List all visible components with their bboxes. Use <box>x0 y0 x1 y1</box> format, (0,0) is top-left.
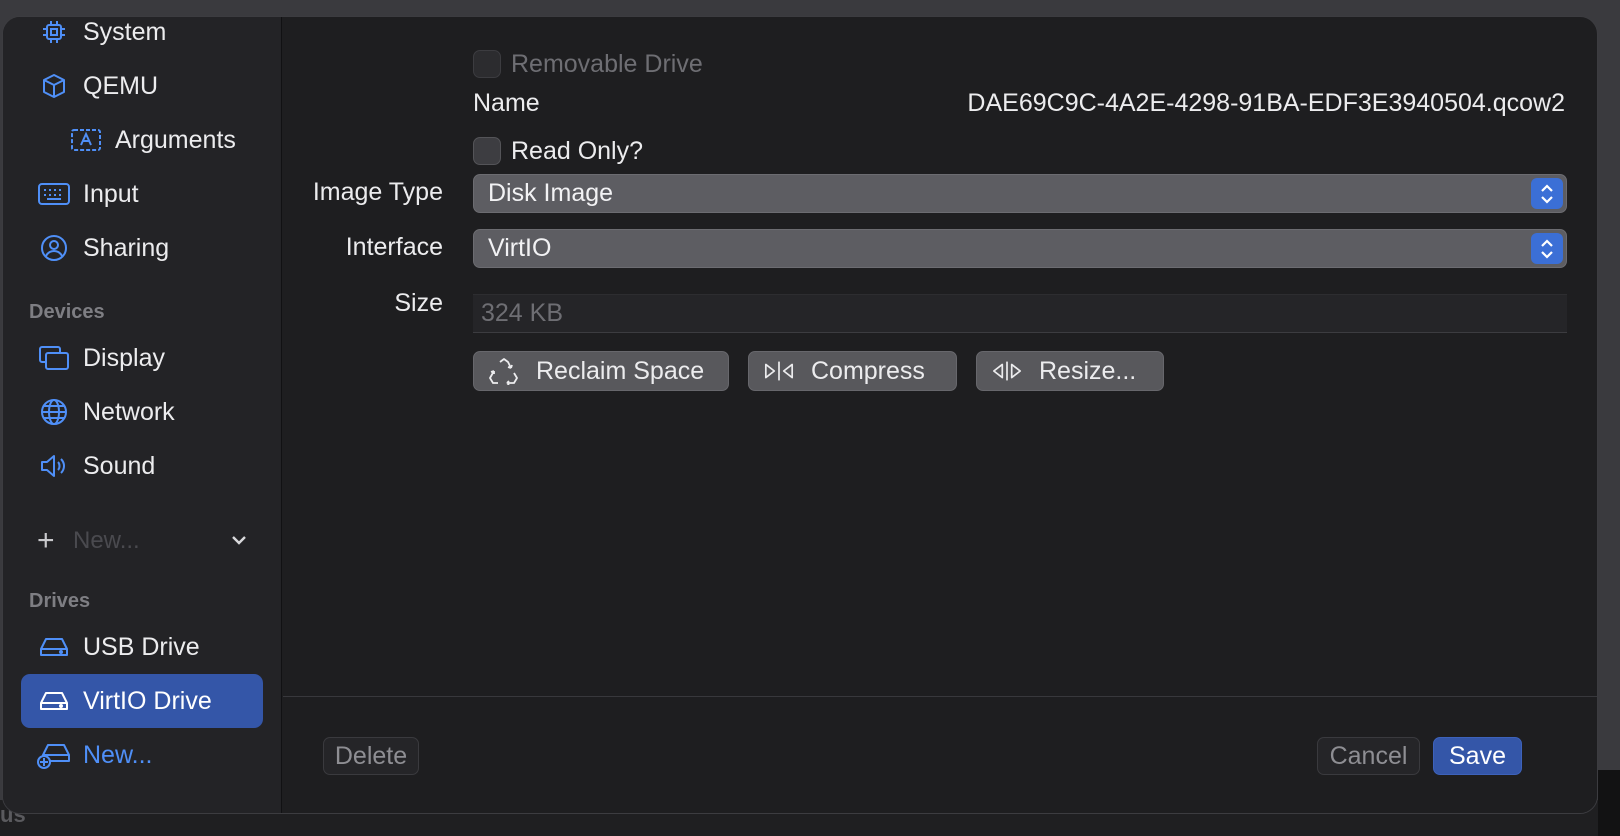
sidebar-item-label: Sharing <box>83 233 170 262</box>
new-device-placeholder: New... <box>73 527 140 554</box>
size-value: 324 KB <box>481 299 564 327</box>
sidebar-item-arguments[interactable]: Arguments <box>21 113 263 167</box>
chevron-down-icon <box>231 532 247 550</box>
compress-label: Compress <box>811 356 925 385</box>
settings-window: System QEMU Arguments Input Sharing Devi… <box>2 16 1598 814</box>
read-only-checkbox-row[interactable]: Read Only? <box>473 135 643 167</box>
speaker-icon <box>37 449 71 483</box>
sidebar-item-qemu[interactable]: QEMU <box>21 59 263 113</box>
cpu-icon <box>37 17 71 49</box>
sidebar-item-system[interactable]: System <box>21 17 263 59</box>
removable-drive-checkbox-row[interactable]: Removable Drive <box>473 48 703 80</box>
add-drive-icon <box>37 738 71 772</box>
sidebar-item-label: USB Drive <box>83 632 200 661</box>
sidebar-item-sound[interactable]: Sound <box>21 439 263 493</box>
drive-name-value: DAE69C9C-4A2E-4298-91BA-EDF3E3940504.qco… <box>967 89 1565 117</box>
size-label: Size <box>394 289 443 317</box>
reclaim-space-button[interactable]: Reclaim Space <box>473 351 729 391</box>
chevron-up-down-icon <box>1531 178 1563 209</box>
recycle-icon <box>488 355 520 387</box>
sidebar-item-label: VirtIO Drive <box>83 686 212 715</box>
size-field: 324 KB <box>473 294 1567 333</box>
keyboard-icon <box>37 177 71 211</box>
read-only-checkbox[interactable] <box>473 137 501 165</box>
cube-icon <box>37 69 71 103</box>
drive-icon <box>37 630 71 664</box>
sidebar-item-label: Arguments <box>115 125 236 154</box>
display-icon <box>37 341 71 375</box>
sidebar-item-label: Display <box>83 343 165 372</box>
compress-icon <box>763 355 795 387</box>
read-only-label: Read Only? <box>511 136 644 165</box>
sidebar-item-virtio-drive[interactable]: VirtIO Drive <box>21 674 263 728</box>
sidebar-item-usb-drive[interactable]: USB Drive <box>21 620 263 674</box>
drive-settings-panel: Removable Drive Name DAE69C9C-4A2E-4298-… <box>283 17 1597 696</box>
sidebar-item-input[interactable]: Input <box>21 167 263 221</box>
sidebar-item-label: Sound <box>83 451 156 480</box>
drive-icon <box>37 684 71 718</box>
interface-value: VirtIO <box>488 234 552 262</box>
sidebar-item-label: QEMU <box>83 71 158 100</box>
compress-button[interactable]: Compress <box>748 351 957 391</box>
interface-select[interactable]: VirtIO <box>473 229 1567 268</box>
sidebar-item-network[interactable]: Network <box>21 385 263 439</box>
image-type-select[interactable]: Disk Image <box>473 174 1567 213</box>
image-type-label: Image Type <box>312 178 443 206</box>
image-type-value: Disk Image <box>488 179 614 207</box>
save-button[interactable]: Save <box>1433 737 1522 775</box>
name-label: Name <box>473 89 540 117</box>
resize-label: Resize... <box>1039 356 1137 385</box>
new-device-dropdown[interactable]: + New... <box>37 521 247 561</box>
interface-label: Interface <box>345 233 443 261</box>
sidebar-item-sharing[interactable]: Sharing <box>21 221 263 275</box>
devices-section-header: Devices <box>29 301 105 323</box>
text-box-icon <box>69 123 103 157</box>
sidebar-item-label: Network <box>83 397 175 426</box>
chevron-up-down-icon <box>1531 233 1563 264</box>
drives-section-header: Drives <box>29 590 91 612</box>
removable-drive-checkbox[interactable] <box>473 50 501 78</box>
sidebar-item-display[interactable]: Display <box>21 331 263 385</box>
new-drive-label: New... <box>83 740 153 769</box>
person-circle-icon <box>37 231 71 265</box>
resize-button[interactable]: Resize... <box>976 351 1164 391</box>
background-edge <box>1598 770 1620 836</box>
reclaim-space-label: Reclaim Space <box>536 356 705 385</box>
dialog-footer: Delete Cancel Save <box>283 696 1597 813</box>
new-drive-button[interactable]: New... <box>21 728 263 782</box>
resize-icon <box>991 355 1023 387</box>
removable-drive-label: Removable Drive <box>511 49 703 78</box>
cancel-button[interactable]: Cancel <box>1317 737 1420 775</box>
globe-icon <box>37 395 71 429</box>
plus-icon: + <box>37 524 55 557</box>
sidebar: System QEMU Arguments Input Sharing Devi… <box>3 17 282 813</box>
sidebar-item-label: System <box>83 17 167 46</box>
sidebar-item-label: Input <box>83 179 139 208</box>
delete-button[interactable]: Delete <box>323 737 419 775</box>
